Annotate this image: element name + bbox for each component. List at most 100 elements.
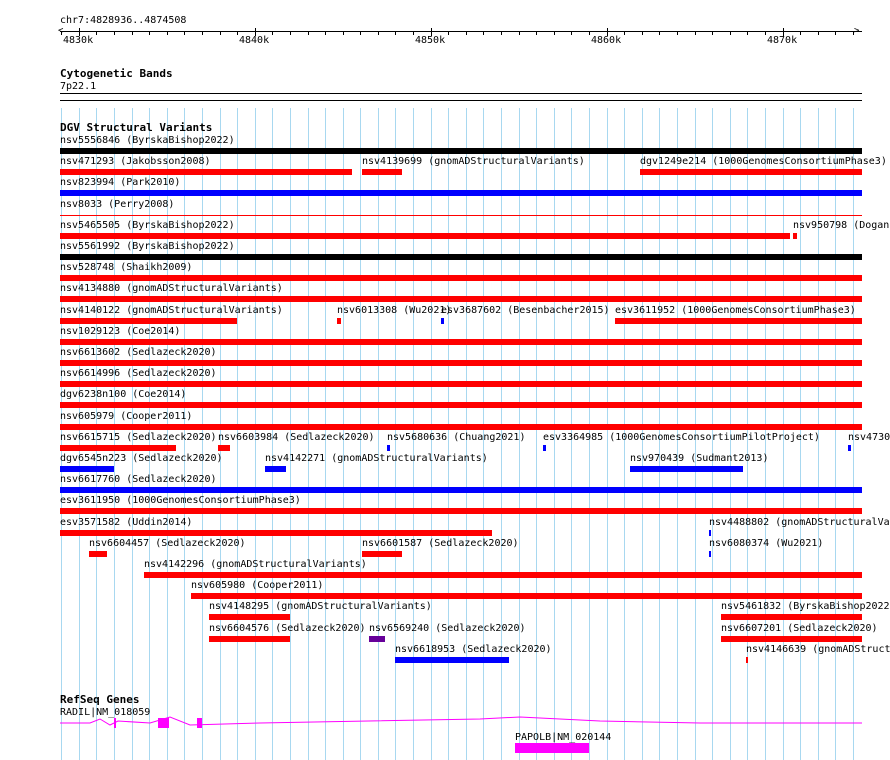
- variant-label[interactable]: dgv6238n100 (Coe2014): [60, 389, 186, 401]
- variant-bar[interactable]: [60, 233, 790, 239]
- variant-label[interactable]: nsv5561992 (ByrskaBishop2022): [60, 241, 235, 253]
- variant-bar[interactable]: [615, 318, 862, 324]
- variant-label[interactable]: nsv6607201 (Sedlazeck2020): [721, 623, 878, 635]
- variant-label[interactable]: nsv6603984 (Sedlazeck2020): [218, 432, 375, 444]
- variant-label[interactable]: nsv528748 (Shaikh2009): [60, 262, 192, 274]
- variant-bar[interactable]: [60, 445, 176, 451]
- variant-bar[interactable]: [60, 466, 114, 472]
- variant-bar[interactable]: [848, 445, 851, 451]
- variant-label[interactable]: nsv6613602 (Sedlazeck2020): [60, 347, 217, 359]
- variant-label[interactable]: nsv4146639 (gnomADStructura: [746, 644, 890, 656]
- variant-bar[interactable]: [362, 551, 402, 557]
- variant-bar[interactable]: [60, 254, 862, 260]
- variant-bar[interactable]: [60, 148, 862, 154]
- ruler-tick-label: 4840k: [239, 35, 270, 46]
- variant-bar[interactable]: [60, 169, 352, 175]
- ruler-minor-tick: [167, 31, 168, 35]
- variant-label[interactable]: esv3611952 (1000GenomesConsortiumPhase3): [615, 305, 856, 317]
- ruler-minor-tick: [501, 31, 502, 35]
- variant-bar[interactable]: [60, 190, 862, 196]
- ruler-minor-tick: [220, 31, 221, 35]
- variant-label[interactable]: nsv5465505 (ByrskaBishop2022): [60, 220, 235, 232]
- variant-bar[interactable]: [721, 614, 862, 620]
- variant-bar[interactable]: [60, 360, 862, 366]
- variant-label[interactable]: nsv4148295 (gnomADStructuralVariants): [209, 601, 432, 613]
- variant-bar[interactable]: [60, 318, 237, 324]
- variant-label[interactable]: nsv4142296 (gnomADStructuralVariants): [144, 559, 367, 571]
- variant-label[interactable]: esv3571582 (Uddin2014): [60, 517, 192, 529]
- variant-label[interactable]: nsv6601587 (Sedlazeck2020): [362, 538, 519, 550]
- variant-bar[interactable]: [395, 657, 509, 663]
- variant-bar[interactable]: [369, 636, 385, 642]
- variant-label[interactable]: esv3687602 (Besenbacher2015): [441, 305, 610, 317]
- variant-label[interactable]: nsv605979 (Cooper2011): [60, 411, 192, 423]
- variant-label[interactable]: nsv1029123 (Coe2014): [60, 326, 180, 338]
- variant-label[interactable]: nsv4139699 (gnomADStructuralVariants): [362, 156, 585, 168]
- variant-label[interactable]: nsv5556846 (ByrskaBishop2022): [60, 135, 235, 147]
- variant-label[interactable]: nsv6618953 (Sedlazeck2020): [395, 644, 552, 656]
- variant-label[interactable]: nsv6614996 (Sedlazeck2020): [60, 368, 217, 380]
- variant-bar[interactable]: [387, 445, 390, 451]
- variant-bar[interactable]: [362, 169, 402, 175]
- variant-bar[interactable]: [60, 296, 862, 302]
- variant-bar[interactable]: [709, 530, 711, 536]
- variant-label[interactable]: nsv5680636 (Chuang2021): [387, 432, 525, 444]
- variant-label[interactable]: nsv970439 (Sudmant2013): [630, 453, 768, 465]
- gene-exon[interactable]: [197, 718, 202, 728]
- variant-bar[interactable]: [60, 275, 862, 281]
- variant-bar[interactable]: [640, 169, 862, 175]
- variant-bar[interactable]: [60, 339, 862, 345]
- variant-bar[interactable]: [60, 530, 492, 536]
- variant-bar[interactable]: [721, 636, 862, 642]
- variant-bar[interactable]: [746, 657, 748, 663]
- variant-bar[interactable]: [89, 551, 107, 557]
- gene-exon[interactable]: [158, 718, 169, 728]
- variant-label[interactable]: nsv4134880 (gnomADStructuralVariants): [60, 283, 283, 295]
- variant-bar[interactable]: [265, 466, 286, 472]
- variant-bar[interactable]: [60, 402, 862, 408]
- ruler-minor-tick: [571, 31, 572, 35]
- variant-label[interactable]: nsv8033 (Perry2008): [60, 199, 174, 211]
- variant-label[interactable]: esv3364985 (1000GenomesConsortiumPilotPr…: [543, 432, 820, 444]
- variant-bar[interactable]: [630, 466, 743, 472]
- gene-exon[interactable]: [515, 743, 589, 753]
- variant-label[interactable]: dgv6545n223 (Sedlazeck2020): [60, 453, 223, 465]
- variant-bar[interactable]: [209, 614, 290, 620]
- variant-label[interactable]: esv3611950 (1000GenomesConsortiumPhase3): [60, 495, 301, 507]
- variant-bar[interactable]: [60, 487, 862, 493]
- variant-bar[interactable]: [60, 424, 862, 430]
- variant-bar[interactable]: [441, 318, 444, 324]
- variant-bar[interactable]: [144, 572, 862, 578]
- variant-label[interactable]: nsv6617760 (Sedlazeck2020): [60, 474, 217, 486]
- variant-label[interactable]: nsv4488802 (gnomADStructuralVaria: [709, 517, 890, 529]
- variant-label[interactable]: nsv5461832 (ByrskaBishop2022): [721, 601, 890, 613]
- variant-bar[interactable]: [60, 215, 862, 216]
- variant-label[interactable]: dgv1249e214 (1000GenomesConsortiumPhase3…: [640, 156, 887, 168]
- variant-label[interactable]: nsv6604576 (Sedlazeck2020): [209, 623, 366, 635]
- variant-label[interactable]: nsv4142271 (gnomADStructuralVariants): [265, 453, 488, 465]
- variant-label[interactable]: nsv950798 (Dogan: [793, 220, 889, 232]
- ruler-minor-tick: [730, 31, 731, 35]
- cytogenetic-bands-title: Cytogenetic Bands: [60, 67, 173, 80]
- gene-exon[interactable]: [114, 718, 116, 728]
- variant-bar[interactable]: [60, 508, 862, 514]
- variant-bar[interactable]: [709, 551, 711, 557]
- variant-label[interactable]: nsv471293 (Jakobsson2008): [60, 156, 211, 168]
- variant-bar[interactable]: [209, 636, 290, 642]
- variant-bar[interactable]: [793, 233, 797, 239]
- variant-label[interactable]: nsv4140122 (gnomADStructuralVariants): [60, 305, 283, 317]
- variant-bar[interactable]: [543, 445, 546, 451]
- variant-label[interactable]: nsv823994 (Park2010): [60, 177, 180, 189]
- variant-bar[interactable]: [218, 445, 230, 451]
- ruler-minor-tick: [624, 31, 625, 35]
- variant-label[interactable]: nsv6615715 (Sedlazeck2020): [60, 432, 217, 444]
- variant-label[interactable]: nsv6080374 (Wu2021): [709, 538, 823, 550]
- variant-label[interactable]: nsv6604457 (Sedlazeck2020): [89, 538, 246, 550]
- variant-bar[interactable]: [191, 593, 862, 599]
- variant-bar[interactable]: [337, 318, 341, 324]
- variant-label[interactable]: nsv6569240 (Sedlazeck2020): [369, 623, 526, 635]
- variant-bar[interactable]: [60, 381, 862, 387]
- variant-label[interactable]: nsv6013308 (Wu2021): [337, 305, 451, 317]
- variant-label[interactable]: nsv605980 (Cooper2011): [191, 580, 323, 592]
- variant-label[interactable]: nsv47301: [848, 432, 890, 444]
